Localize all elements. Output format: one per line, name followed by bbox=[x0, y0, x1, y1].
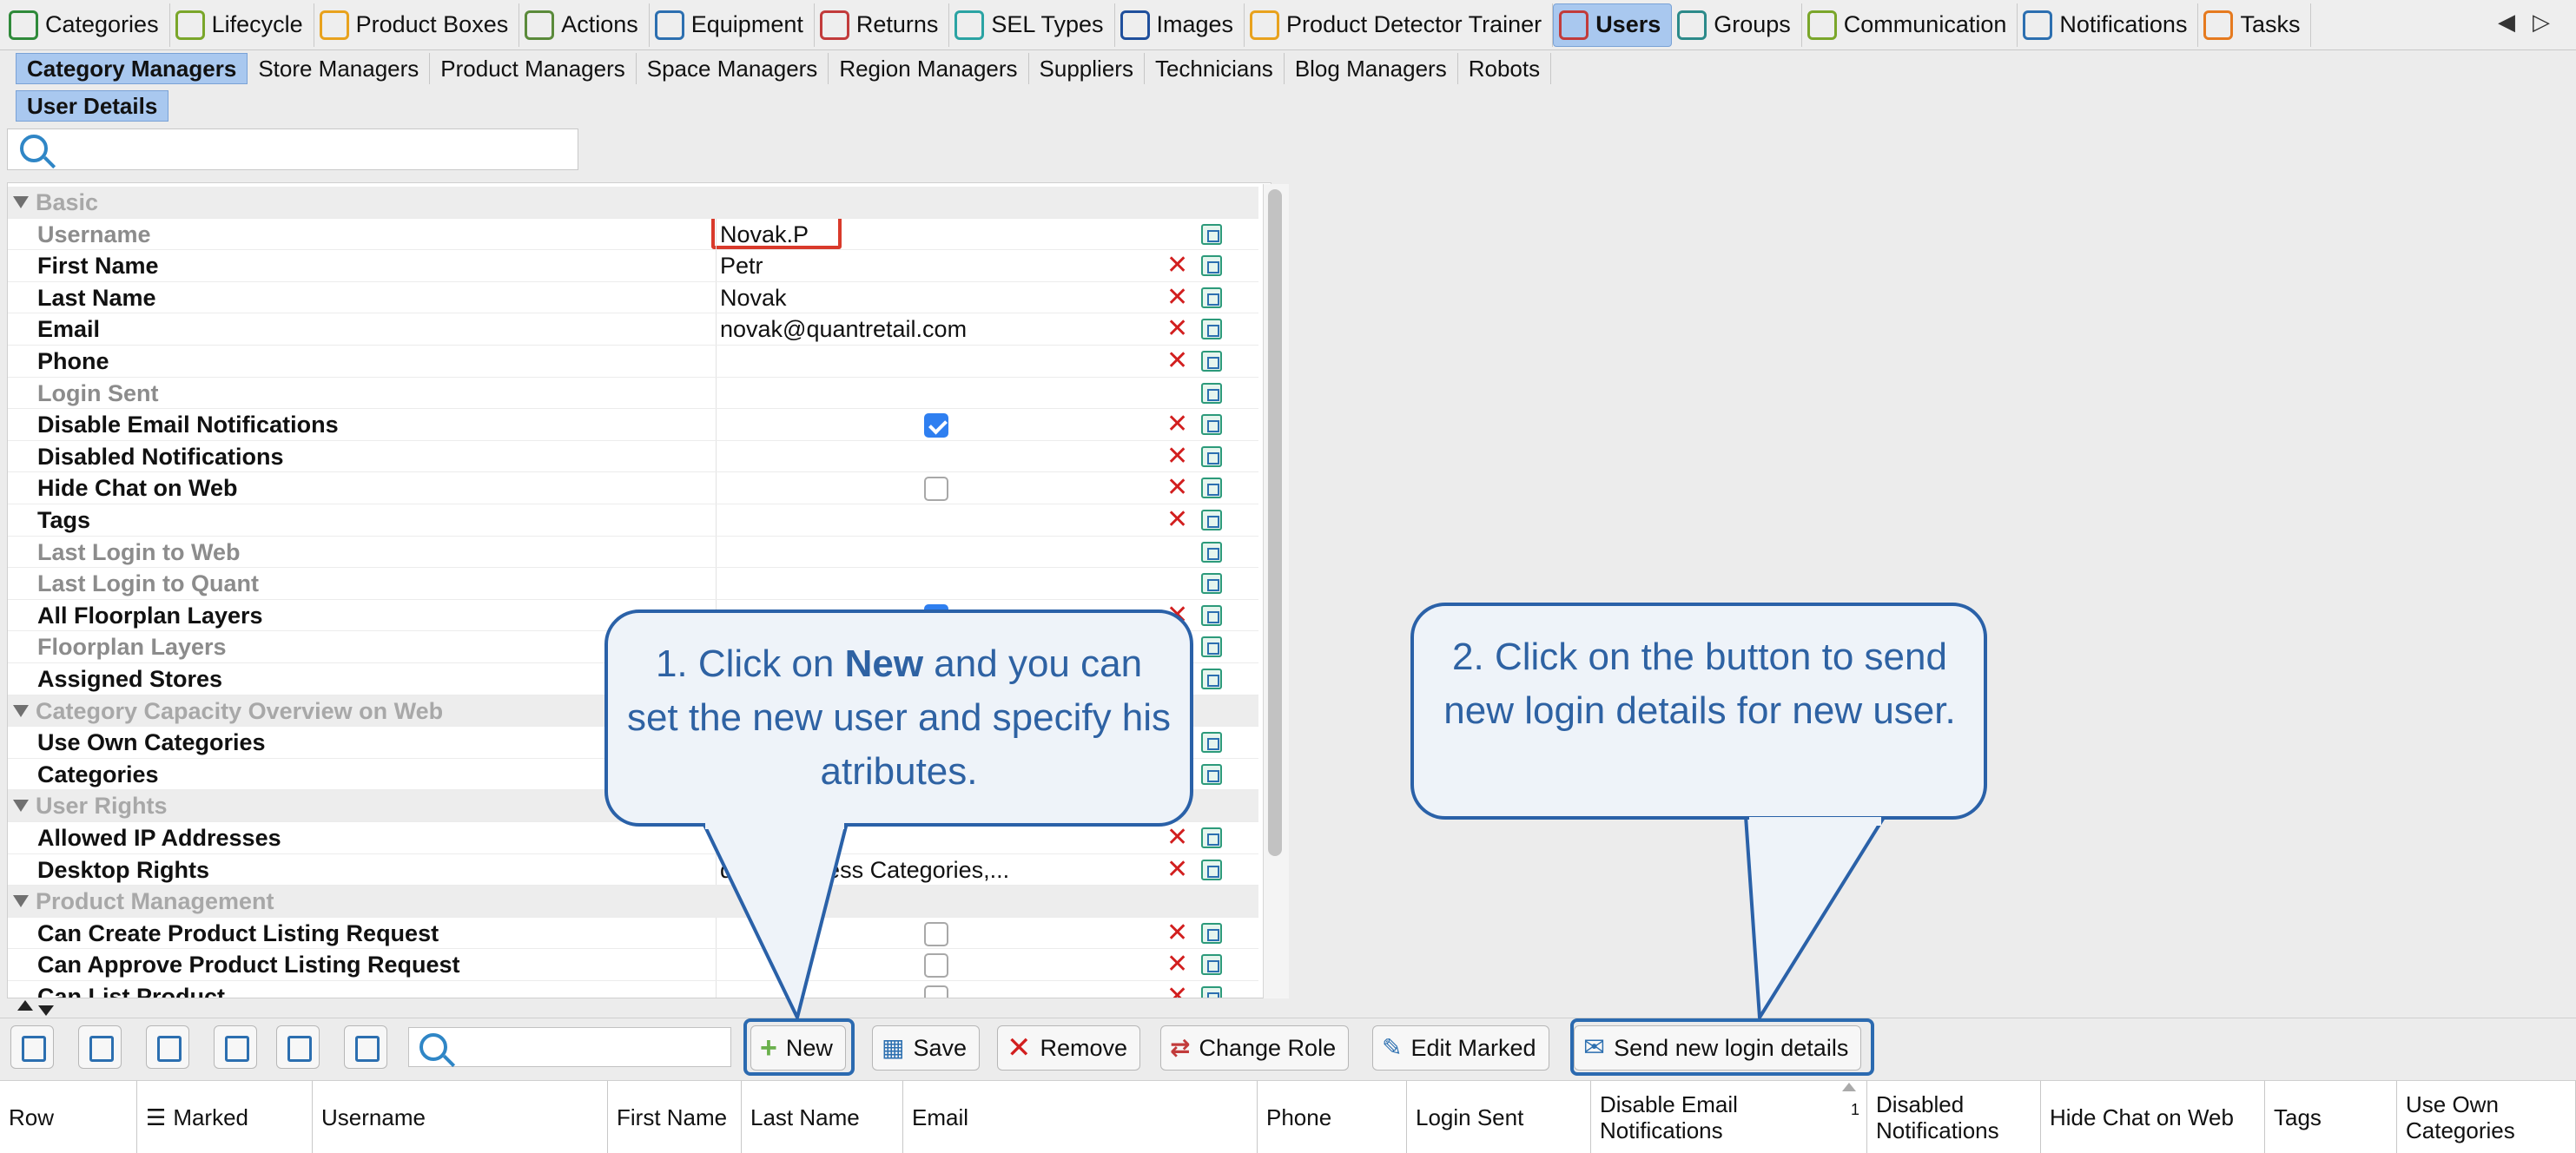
callout-2-text: 2. Click on the button to send new login… bbox=[1443, 636, 1956, 732]
callout-2-pointer bbox=[1744, 814, 1886, 1019]
callout-1: 1. Click on New and you can set the new … bbox=[604, 609, 1193, 827]
callout-2: 2. Click on the button to send new login… bbox=[1410, 603, 1987, 820]
callout-1-text: 1. Click on New and you can set the new … bbox=[626, 642, 1172, 793]
callout-pointers bbox=[700, 814, 1886, 1019]
callout-1-pointer bbox=[700, 818, 849, 1019]
